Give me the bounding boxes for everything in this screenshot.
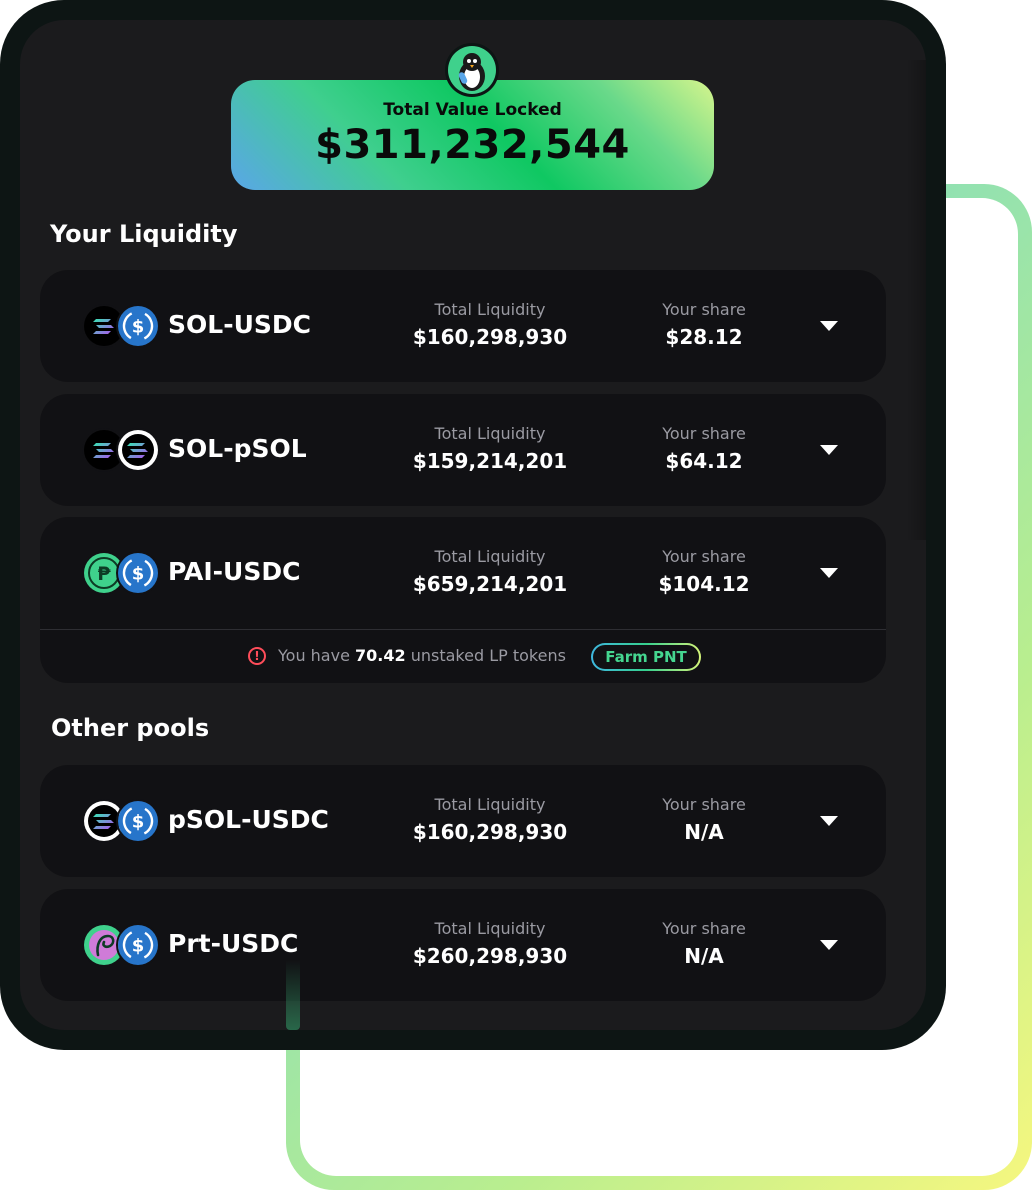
- your-liquidity-heading: Your Liquidity: [50, 220, 238, 248]
- pool-name: SOL-USDC: [168, 310, 311, 339]
- notice-amount: 70.42: [355, 646, 406, 665]
- pool-card-sol-psol[interactable]: SOL-pSOL Total Liquidity $159,214,201 Yo…: [40, 394, 886, 506]
- pair-icons: [82, 799, 162, 843]
- your-share-value: $64.12: [665, 449, 743, 473]
- pool-name: PAI-USDC: [168, 557, 301, 586]
- pool-card-psol-usdc[interactable]: pSOL-USDC Total Liquidity $160,298,930 Y…: [40, 765, 886, 877]
- unstaked-lp-notice: ! You have 70.42 unstaked LP tokens Farm…: [40, 629, 886, 683]
- farm-pnt-label: Farm PNT: [593, 645, 699, 669]
- your-share-value: N/A: [684, 944, 724, 968]
- total-liquidity: Total Liquidity $160,298,930: [410, 795, 570, 844]
- total-liquidity-value: $160,298,930: [412, 820, 568, 844]
- device-frame: Total Value Locked $311,232,544 Your Liq…: [0, 0, 946, 1050]
- pool-card-sol-usdc[interactable]: SOL-USDC Total Liquidity $160,298,930 Yo…: [40, 270, 886, 382]
- tvl-value: $311,232,544: [315, 122, 630, 168]
- expand-caret-icon[interactable]: [820, 321, 838, 331]
- your-share-label: Your share: [662, 300, 746, 319]
- your-share-label: Your share: [662, 547, 746, 566]
- notice-prefix: You have: [278, 646, 350, 665]
- stage: Total Value Locked $311,232,544 Your Liq…: [0, 0, 1032, 1190]
- your-share-value: $28.12: [665, 325, 743, 349]
- pool-card-pai-usdc[interactable]: PAI-USDC Total Liquidity $659,214,201 Yo…: [40, 517, 886, 683]
- usdc-icon: [116, 304, 160, 348]
- total-liquidity: Total Liquidity $659,214,201: [410, 547, 570, 596]
- expand-caret-icon[interactable]: [820, 568, 838, 578]
- usdc-icon: [116, 551, 160, 595]
- expand-caret-icon[interactable]: [820, 816, 838, 826]
- notice-suffix: unstaked LP tokens: [410, 646, 566, 665]
- total-liquidity-label: Total Liquidity: [434, 795, 546, 814]
- total-liquidity: Total Liquidity $260,298,930: [410, 919, 570, 968]
- pool-name: SOL-pSOL: [168, 434, 307, 463]
- total-liquidity-value: $159,214,201: [412, 449, 568, 473]
- app-screen: Total Value Locked $311,232,544 Your Liq…: [20, 20, 926, 1030]
- expand-caret-icon[interactable]: [820, 445, 838, 455]
- your-share: Your share $64.12: [634, 424, 774, 473]
- total-liquidity-label: Total Liquidity: [434, 300, 546, 319]
- other-pools-heading: Other pools: [51, 714, 210, 742]
- your-share-value: $104.12: [658, 572, 750, 596]
- notice-text: You have 70.42 unstaked LP tokens: [278, 646, 566, 665]
- total-liquidity-value: $160,298,930: [412, 325, 568, 349]
- your-share-label: Your share: [662, 424, 746, 443]
- side-shadow: [906, 60, 926, 540]
- decorative-line: [286, 960, 300, 1030]
- total-liquidity: Total Liquidity $159,214,201: [410, 424, 570, 473]
- your-share: Your share N/A: [634, 795, 774, 844]
- pair-icons: [82, 304, 162, 348]
- usdc-icon: [116, 923, 160, 967]
- warning-icon: !: [248, 647, 266, 665]
- expand-caret-icon[interactable]: [820, 940, 838, 950]
- your-share: Your share N/A: [634, 919, 774, 968]
- tvl-label: Total Value Locked: [383, 100, 562, 120]
- usdc-icon: [116, 799, 160, 843]
- pool-name: Prt-USDC: [168, 929, 299, 958]
- farm-pnt-button[interactable]: Farm PNT: [591, 643, 701, 671]
- psol-icon: [116, 428, 160, 472]
- pair-icons: [82, 923, 162, 967]
- your-share-label: Your share: [662, 795, 746, 814]
- total-liquidity-value: $260,298,930: [412, 944, 568, 968]
- your-share-label: Your share: [662, 919, 746, 938]
- pool-card-prt-usdc[interactable]: Prt-USDC Total Liquidity $260,298,930 Yo…: [40, 889, 886, 1001]
- pair-icons: [82, 428, 162, 472]
- total-liquidity: Total Liquidity $160,298,930: [410, 300, 570, 349]
- total-liquidity-value: $659,214,201: [412, 572, 568, 596]
- your-share: Your share $28.12: [634, 300, 774, 349]
- pool-name: pSOL-USDC: [168, 805, 329, 834]
- your-share: Your share $104.12: [634, 547, 774, 596]
- total-liquidity-label: Total Liquidity: [434, 919, 546, 938]
- penguin-mascot-icon: [445, 43, 499, 97]
- your-share-value: N/A: [684, 820, 724, 844]
- total-liquidity-label: Total Liquidity: [434, 547, 546, 566]
- total-liquidity-label: Total Liquidity: [434, 424, 546, 443]
- pair-icons: [82, 551, 162, 595]
